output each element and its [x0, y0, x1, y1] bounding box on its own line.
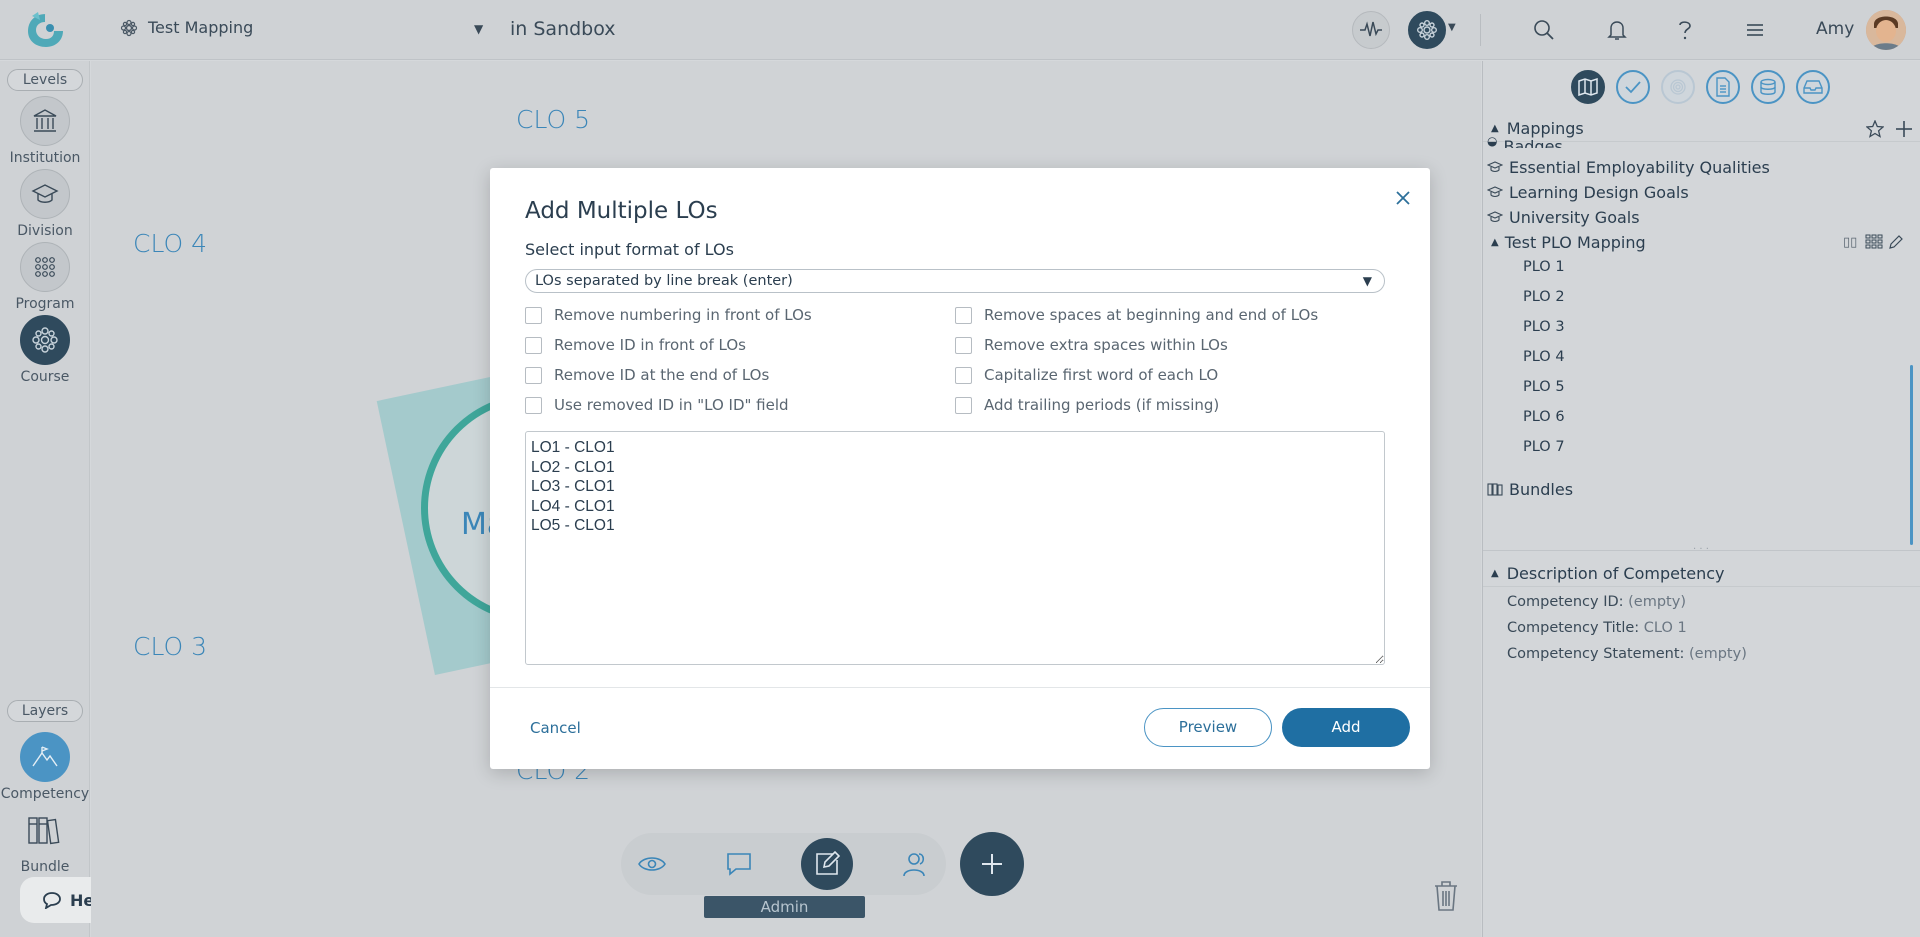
option-remove-id-front[interactable]: Remove ID in front of LOs: [525, 336, 746, 354]
option-label: Capitalize first word of each LO: [984, 366, 1219, 384]
checkbox[interactable]: [525, 336, 542, 354]
chevron-down-icon: ▼: [1362, 274, 1372, 288]
dialog-footer-divider: [490, 687, 1430, 688]
checkbox[interactable]: [525, 396, 542, 414]
checkbox[interactable]: [955, 366, 972, 384]
option-label: Remove ID at the end of LOs: [554, 366, 770, 384]
checkbox[interactable]: [525, 306, 542, 324]
option-label: Remove ID in front of LOs: [554, 336, 746, 354]
option-trailing-periods[interactable]: Add trailing periods (if missing): [955, 396, 1219, 414]
option-label: Remove extra spaces within LOs: [984, 336, 1228, 354]
option-capitalize[interactable]: Capitalize first word of each LO: [955, 366, 1218, 384]
cancel-button[interactable]: Cancel: [530, 719, 581, 737]
option-label: Remove spaces at beginning and end of LO…: [984, 306, 1319, 324]
option-remove-id-end[interactable]: Remove ID at the end of LOs: [525, 366, 769, 384]
dialog-title: Add Multiple LOs: [525, 198, 718, 224]
format-select[interactable]: LOs separated by line break (enter) ▼: [525, 269, 1385, 293]
add-los-button[interactable]: Add: [1282, 708, 1410, 747]
option-remove-edge-spaces[interactable]: Remove spaces at beginning and end of LO…: [955, 306, 1318, 324]
option-label: Remove numbering in front of LOs: [554, 306, 812, 324]
option-use-removed-id[interactable]: Use removed ID in "LO ID" field: [525, 396, 789, 414]
format-selected-value: LOs separated by line break (enter): [535, 273, 793, 289]
checkbox[interactable]: [955, 336, 972, 354]
los-textarea[interactable]: LO1 - CLO1 LO2 - CLO1 LO3 - CLO1 LO4 - C…: [525, 431, 1385, 665]
checkbox[interactable]: [525, 366, 542, 384]
option-remove-extra-spaces[interactable]: Remove extra spaces within LOs: [955, 336, 1228, 354]
checkbox[interactable]: [955, 306, 972, 324]
format-label: Select input format of LOs: [525, 240, 734, 259]
option-label: Use removed ID in "LO ID" field: [554, 396, 789, 414]
close-icon: [1396, 191, 1410, 205]
close-button[interactable]: [1391, 186, 1415, 210]
preview-button[interactable]: Preview: [1144, 708, 1272, 747]
option-label: Add trailing periods (if missing): [984, 396, 1220, 414]
checkbox[interactable]: [955, 396, 972, 414]
option-remove-numbering[interactable]: Remove numbering in front of LOs: [525, 306, 812, 324]
add-multiple-los-dialog: Add Multiple LOs Select input format of …: [490, 168, 1430, 769]
